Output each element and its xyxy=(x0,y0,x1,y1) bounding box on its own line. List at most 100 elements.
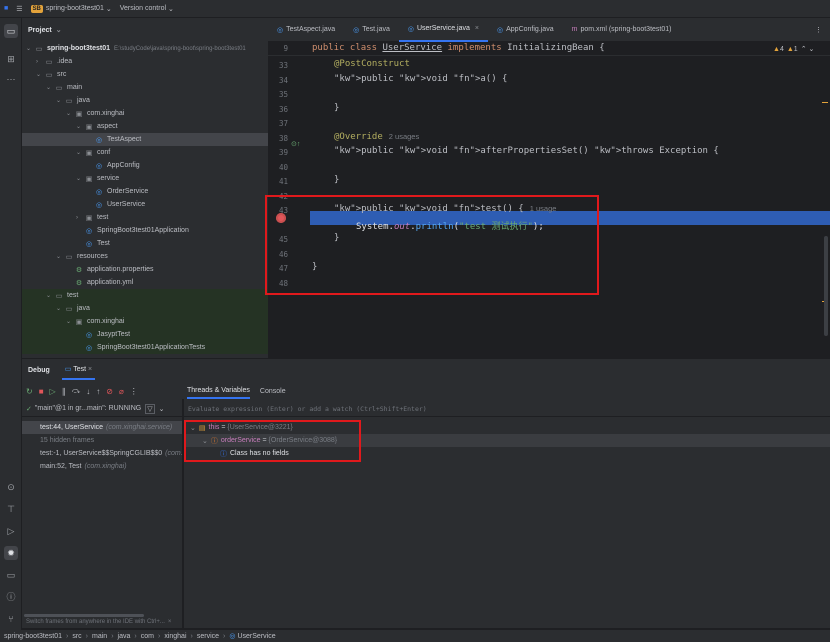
tab-testaspect[interactable]: ◎ TestAspect.java xyxy=(268,18,344,42)
debug-tab-test[interactable]: ▭ Test × xyxy=(61,360,96,380)
tree-item[interactable]: ⌄ ▭ resources xyxy=(22,250,268,263)
tab-threads-variables[interactable]: Threads & Variables xyxy=(187,384,250,399)
version-control-menu[interactable]: Version control xyxy=(120,5,166,12)
pause-icon[interactable]: ∥ xyxy=(62,387,66,396)
folder-icon[interactable]: ▭ xyxy=(4,24,18,38)
breadcrumb-item[interactable]: main xyxy=(92,633,107,640)
breadcrumb-item[interactable]: src xyxy=(72,633,81,640)
rerun-icon[interactable]: ↻ xyxy=(26,387,33,396)
code-line[interactable]: "kw">public "kw">void "fn">a() { xyxy=(334,74,507,84)
structure-icon[interactable]: ⊞ xyxy=(4,52,18,66)
tree-item[interactable]: ⚙ application.properties xyxy=(22,263,268,276)
tab-appconfig[interactable]: ◎ AppConfig.java xyxy=(488,18,563,42)
tree-item[interactable]: › ▭ .idea xyxy=(22,55,268,68)
more-icon[interactable]: ⋮ xyxy=(130,387,138,396)
chevron-icon[interactable]: ⌄ xyxy=(76,149,84,156)
services-icon[interactable]: ⊙ xyxy=(4,480,18,494)
tree-item[interactable]: ◎ TestAspect xyxy=(22,133,268,146)
code-line[interactable]: } xyxy=(334,175,339,185)
code-line[interactable]: } xyxy=(334,103,339,113)
chevron-icon[interactable]: › xyxy=(36,59,44,65)
terminal-icon[interactable]: ▭ xyxy=(4,568,18,582)
build-icon[interactable]: ⊤ xyxy=(4,502,18,516)
tab-test[interactable]: ◎ Test.java xyxy=(344,18,399,42)
filter-icon[interactable]: ▽ xyxy=(145,403,155,414)
tree-item[interactable]: ⌄ ▭ java xyxy=(22,94,268,107)
tree-item[interactable]: ⚙ application.yml xyxy=(22,276,268,289)
tab-pom[interactable]: m pom.xml (spring-boot3test01) xyxy=(563,18,681,42)
chevron-icon[interactable]: ⌄ xyxy=(46,84,54,91)
tree-item[interactable]: ⌄ ▭ src xyxy=(22,68,268,81)
breadcrumb-item[interactable]: service xyxy=(197,633,219,640)
tree-item[interactable]: ◎ AppConfig xyxy=(22,159,268,172)
code-line[interactable]: @PostConstruct xyxy=(334,59,410,69)
chevron-icon[interactable]: ⌄ xyxy=(46,292,54,299)
tree-item[interactable]: ⌄ ▭ java xyxy=(22,302,268,315)
evaluate-expression-input[interactable]: Evaluate expression (Enter) or add a wat… xyxy=(184,401,830,417)
tree-item[interactable]: ◎ UserService xyxy=(22,198,268,211)
run-icon[interactable]: ▷ xyxy=(4,524,18,538)
step-into-icon[interactable]: ↓ xyxy=(86,387,90,396)
tree-item[interactable]: ⌄ ▭ test xyxy=(22,289,268,302)
stack-frame[interactable]: main:52, Test (com.xinghai) xyxy=(22,460,182,473)
scrollbar[interactable] xyxy=(824,236,828,336)
close-icon[interactable]: × xyxy=(88,366,92,373)
chevron-icon[interactable]: ⌄ xyxy=(36,71,44,78)
tree-item[interactable]: › ▣ test xyxy=(22,211,268,224)
breadcrumb-item[interactable]: xinghai xyxy=(164,633,186,640)
problems-icon[interactable]: ⓘ xyxy=(4,590,18,604)
close-icon[interactable]: × xyxy=(475,25,479,32)
more-tabs-icon[interactable]: ⋮ xyxy=(815,26,830,34)
step-over-icon[interactable]: ⤼ xyxy=(72,386,81,396)
stack-frame[interactable]: test:-1, UserService$$SpringCGLIB$$0 (com… xyxy=(22,447,182,460)
mute-breakpoints-icon[interactable]: ⌀ xyxy=(119,387,124,396)
stack-frame[interactable]: test:44, UserService (com.xinghai.service… xyxy=(22,421,182,434)
tree-item[interactable]: ◎ JasyptTest xyxy=(22,328,268,341)
breadcrumb-item[interactable]: spring-boot3test01 xyxy=(4,633,62,640)
breadcrumb-item[interactable]: java xyxy=(118,633,131,640)
tree-item[interactable]: ⌄ ▣ com.xinghai xyxy=(22,107,268,120)
breadcrumb-item[interactable]: UserService xyxy=(237,633,275,640)
chevron-icon[interactable]: ⌄ xyxy=(56,97,64,104)
chevron-icon[interactable]: ⌄ xyxy=(56,253,64,260)
project-name[interactable]: spring-boot3test01 xyxy=(46,5,104,12)
resume-icon[interactable]: ▷ xyxy=(50,387,56,396)
tab-userservice[interactable]: ◎ UserService.java × xyxy=(398,18,488,42)
scrollbar[interactable] xyxy=(24,614,144,617)
code-line[interactable]: "kw">public "kw">void "fn">afterProperti… xyxy=(334,146,719,156)
override-gutter-icon[interactable]: ⊙↑ xyxy=(291,140,300,148)
tree-item[interactable]: ◎ SpringBoot3test01Application xyxy=(22,224,268,237)
chevron-icon[interactable]: ⌄ xyxy=(26,45,34,52)
git-icon[interactable]: ⑂ xyxy=(4,612,18,626)
thread-selector[interactable]: ✓ "main"@1 in gr...main": RUNNING ▽ ⌄ xyxy=(22,401,182,417)
inspection-widget[interactable]: ▲ 4 ▲ 1 ⌃ ⌄ xyxy=(773,45,814,54)
project-panel-header[interactable]: Project ⌄ xyxy=(22,18,268,42)
tree-item[interactable]: ⌄ ▣ conf xyxy=(22,146,268,159)
code-line[interactable]: @Override 2 usages xyxy=(334,132,419,142)
chevron-icon[interactable]: ⌄ xyxy=(66,110,74,117)
tree-item[interactable]: ◎ Test xyxy=(22,237,268,250)
close-icon[interactable]: × xyxy=(168,619,172,625)
view-breakpoints-icon[interactable]: ⊘ xyxy=(106,387,113,396)
stack-frame[interactable]: 15 hidden frames xyxy=(22,434,182,447)
tree-item[interactable]: ◎ SpringBoot3test01ApplicationTests xyxy=(22,341,268,354)
tree-item[interactable]: ⌄ ▣ service xyxy=(22,172,268,185)
more-icon[interactable]: ⋯ xyxy=(4,72,18,86)
debug-icon[interactable]: ✹ xyxy=(4,546,18,560)
chevron-icon[interactable]: ⌄ xyxy=(66,318,74,325)
chevron-icon[interactable]: › xyxy=(76,215,84,221)
tree-item[interactable]: ◎ OrderService xyxy=(22,185,268,198)
step-out-icon[interactable]: ↑ xyxy=(96,387,100,396)
chevron-icon[interactable]: ⌄ xyxy=(76,123,84,130)
stop-icon[interactable]: ■ xyxy=(39,387,44,396)
tree-item[interactable]: ⌄ ▭ spring-boot3test01 E:\studyCode\java\sp… xyxy=(22,42,268,55)
project-badge[interactable]: SB xyxy=(30,4,43,13)
tree-item[interactable]: ⌄ ▣ com.xinghai xyxy=(22,315,268,328)
hamburger-icon[interactable]: ☰ xyxy=(16,5,22,13)
chevron-icon[interactable]: ⌄ xyxy=(56,305,64,312)
tree-item[interactable]: ⌄ ▭ main xyxy=(22,81,268,94)
breadcrumb-item[interactable]: com xyxy=(141,633,154,640)
tab-console[interactable]: Console xyxy=(260,385,286,398)
tree-item[interactable]: ⌄ ▣ aspect xyxy=(22,120,268,133)
usage-hint[interactable]: 2 usages xyxy=(389,132,419,141)
